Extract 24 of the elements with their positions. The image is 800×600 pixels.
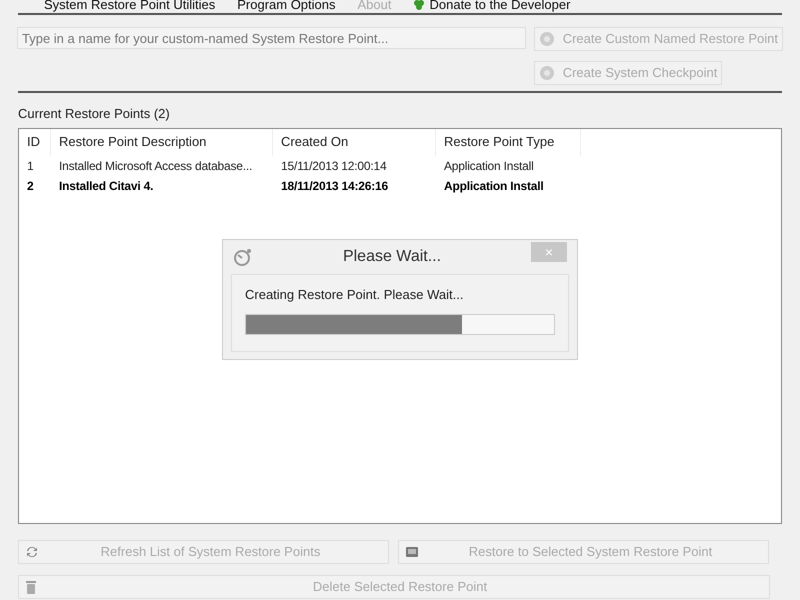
- trash-icon: [25, 580, 37, 594]
- column-header[interactable]: Created On: [273, 128, 436, 156]
- table-cell-text: 15/11/2013 12:00:14: [280, 158, 388, 174]
- table-cell-text: 2: [26, 178, 34, 194]
- column-header[interactable]: Restore Point Description: [51, 128, 273, 156]
- table-row[interactable]: 2 Installed Citavi 4. 18/11/2013 14:26:16 Application Install: [19, 176, 781, 196]
- table-row[interactable]: 1 Installed Microsoft Access database... 15/11/2013 12:00:14 Application Install: [19, 156, 781, 176]
- clover-icon: [413, 0, 426, 10]
- refresh-icon: [25, 544, 39, 558]
- table-cell-text: 1: [26, 158, 34, 174]
- restore-point-name-field[interactable]: Type in a name for your custom-named System Restore Point...: [17, 27, 526, 49]
- column-header[interactable]: Restore Point Type: [436, 128, 581, 156]
- table-cell-text: 18/11/2013 14:26:16: [280, 178, 389, 194]
- dialog-message: Creating Restore Point. Please Wait...: [245, 286, 464, 304]
- stopwatch-icon: [233, 248, 253, 266]
- dialog-title: Please Wait...: [342, 247, 442, 267]
- table-cell-text: Application Install: [443, 178, 545, 194]
- column-header[interactable]: ID: [19, 128, 51, 156]
- table-cell-text: Installed Citavi 4.: [58, 178, 154, 194]
- table-cell-text: Application Install: [443, 158, 535, 174]
- gear-icon: [538, 31, 555, 47]
- gear-icon: [538, 65, 555, 81]
- table-cell-text: Installed Microsoft Access database...: [58, 158, 254, 174]
- list-title: Current Restore Points (2): [17, 105, 171, 123]
